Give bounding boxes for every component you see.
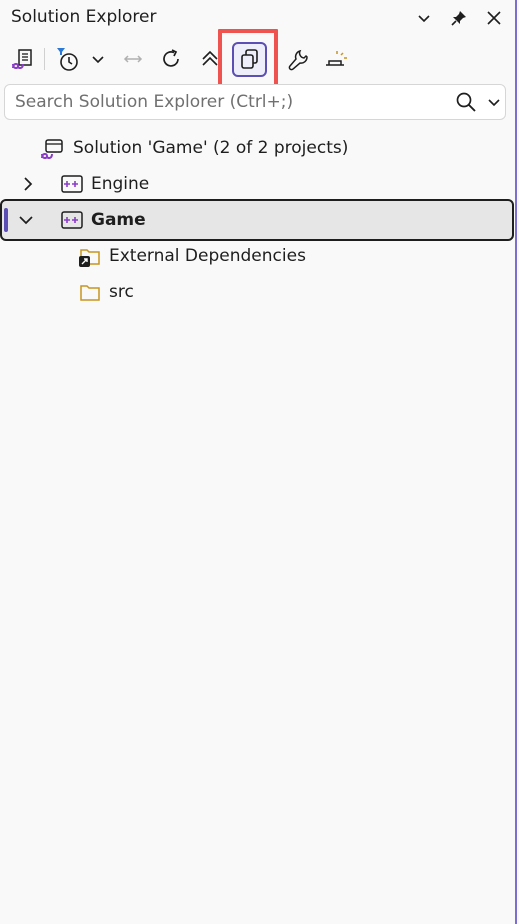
pending-changes-filter-button[interactable] [52, 40, 84, 78]
tree-item-label: src [109, 282, 134, 302]
tree-item-label: External Dependencies [109, 246, 306, 266]
chevron-down-icon [488, 99, 500, 107]
preview-icon [326, 51, 347, 66]
pin-icon [451, 11, 466, 26]
tree-item-solution[interactable]: Solution 'Game' (2 of 2 projects) [0, 130, 515, 166]
window-options-button[interactable] [412, 6, 436, 30]
close-icon [487, 11, 501, 25]
search-box[interactable]: Search Solution Explorer (Ctrl+;) [4, 84, 506, 120]
switch-views-button[interactable] [6, 40, 38, 78]
cpp-project-icon [61, 211, 83, 229]
sync-arrows-icon [123, 55, 143, 63]
tree-item-src[interactable]: src [0, 274, 515, 310]
cpp-project-icon [61, 175, 83, 193]
search-input[interactable]: Search Solution Explorer (Ctrl+;) [15, 92, 293, 112]
tree-item-label: Game [91, 210, 146, 230]
tree-item-game-content[interactable]: Game [0, 202, 515, 238]
chevron-down-icon [418, 15, 430, 23]
folder-icon [80, 285, 100, 301]
toolbar-separator [44, 48, 45, 70]
search-icon [456, 92, 476, 112]
search-options-dropdown[interactable] [485, 93, 503, 111]
sync-with-active-document-button[interactable] [117, 40, 149, 78]
pin-button[interactable] [447, 6, 471, 30]
tree-item-engine[interactable]: Engine [0, 166, 515, 202]
wrench-icon [288, 49, 308, 71]
solution-views-icon [12, 49, 32, 70]
search-button[interactable] [455, 91, 477, 113]
preview-selected-items-button[interactable] [320, 40, 352, 78]
chevron-down-icon[interactable] [18, 212, 34, 228]
history-filter-icon [57, 48, 78, 71]
tree-item-label: Solution 'Game' (2 of 2 projects) [73, 138, 349, 158]
external-dependencies-icon [79, 249, 100, 267]
refresh-button[interactable] [155, 40, 187, 78]
panel-title: Solution Explorer [11, 7, 157, 27]
tree-item-external-dependencies[interactable]: External Dependencies [0, 238, 515, 274]
chevron-right-icon[interactable] [20, 176, 36, 192]
properties-button[interactable] [282, 40, 314, 78]
solution-explorer-panel: Solution Explorer Search Solution Explor… [0, 0, 517, 924]
filter-dropdown-button[interactable] [84, 40, 112, 78]
chevron-down-icon [92, 56, 104, 64]
tree-item-label: Engine [91, 174, 150, 194]
highlight-box [218, 29, 278, 89]
refresh-icon [163, 49, 179, 67]
solution-icon [41, 139, 63, 160]
close-button[interactable] [482, 6, 506, 30]
